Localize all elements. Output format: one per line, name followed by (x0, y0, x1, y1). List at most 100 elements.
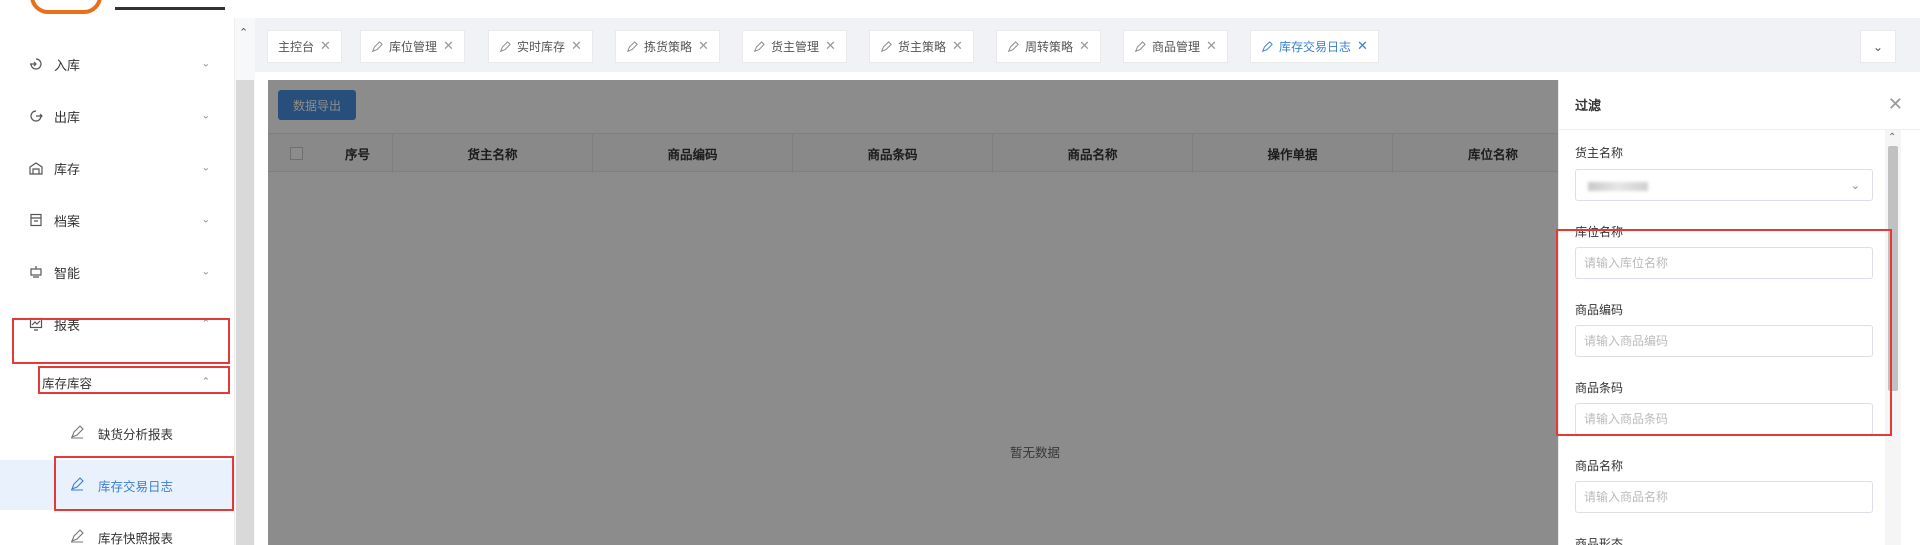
sidebar-item-label: 智能 (54, 266, 81, 282)
inbound-icon (28, 56, 44, 72)
sidebar-item-reports[interactable]: 报表 ⌃ (0, 298, 234, 350)
sidebar: 入库 ⌄ 出库 ⌄ 库存 ⌄ 档案 ⌄ 智能 ⌄ 报表 ⌃ 库存库容 ⌃ 缺货分… (0, 18, 235, 545)
scrollbar[interactable] (236, 80, 254, 545)
logo (30, 0, 102, 14)
edit-icon (371, 40, 383, 53)
barcode-input[interactable] (1575, 403, 1873, 435)
tab-label: 主控台 (278, 40, 315, 54)
tab-label: 库位管理 (389, 40, 438, 54)
sidebar-leaf-label: 缺货分析报表 (98, 426, 174, 442)
tab-label: 库存交易日志 (1279, 40, 1352, 54)
robot-icon (28, 264, 44, 280)
tab-product-management[interactable]: 商品管理 ✕ (1123, 30, 1228, 63)
owner-select[interactable]: ⌄ (1575, 169, 1873, 201)
edit-icon (753, 40, 765, 53)
top-header (0, 0, 1920, 18)
sidebar-item-label: 入库 (54, 58, 81, 74)
submenu-label: 库存库容 (42, 375, 93, 391)
submenu-inventory-capacity[interactable]: 库存库容 ⌃ (0, 358, 234, 406)
collapse-icon[interactable]: ⌃ (239, 26, 248, 39)
sidebar-item-outbound[interactable]: 出库 ⌄ (0, 90, 234, 142)
chevron-up-icon: ⌃ (201, 318, 210, 330)
close-icon[interactable]: ✕ (443, 39, 454, 54)
edit-icon (1007, 40, 1019, 53)
location-input[interactable] (1575, 247, 1873, 279)
drawer-title: 过滤 (1575, 99, 1602, 114)
logo-text (115, 0, 225, 10)
edit-icon (1261, 40, 1273, 53)
owner-label: 货主名称 (1575, 146, 1624, 160)
edit-icon (499, 40, 511, 53)
barcode-label: 商品条码 (1575, 381, 1624, 395)
tab-picking-strategy[interactable]: 拣货策略 ✕ (615, 30, 720, 63)
sidebar-item-label: 库存 (54, 162, 81, 178)
tab-transaction-log[interactable]: 库存交易日志 ✕ (1250, 30, 1379, 63)
sidebar-item-inbound[interactable]: 入库 ⌄ (0, 38, 234, 90)
chevron-down-icon: ⌄ (201, 162, 210, 174)
edit-icon (70, 477, 86, 493)
scroll-thumb[interactable] (1888, 146, 1898, 391)
sidebar-leaf-shortage-report[interactable]: 缺货分析报表 (0, 408, 234, 458)
close-icon[interactable]: ✕ (825, 39, 836, 54)
edit-icon (1134, 40, 1146, 53)
chevron-up-icon: ⌃ (201, 376, 210, 388)
product-code-input[interactable] (1575, 325, 1873, 357)
scroll-up-icon[interactable]: ⌃ (1888, 132, 1896, 143)
drawer-header: 过滤 ✕ (1559, 80, 1920, 130)
sidebar-leaf-label: 库存交易日志 (98, 478, 174, 494)
tab-label: 拣货策略 (644, 40, 693, 54)
redacted-value (1588, 182, 1648, 191)
chart-icon (28, 316, 44, 332)
chevron-down-icon: ⌄ (201, 58, 210, 70)
tab-owner-management[interactable]: 货主管理 ✕ (742, 30, 847, 63)
close-icon[interactable]: ✕ (571, 39, 582, 54)
tab-label: 商品管理 (1152, 40, 1201, 54)
sidebar-item-label: 报表 (54, 318, 81, 334)
sidebar-leaf-snapshot-report[interactable]: 库存快照报表 (0, 512, 234, 545)
location-label: 库位名称 (1575, 225, 1624, 239)
close-icon[interactable]: ✕ (1079, 39, 1090, 54)
close-icon[interactable]: ✕ (1206, 39, 1217, 54)
chevron-down-icon: ⌄ (1850, 179, 1860, 192)
close-icon[interactable]: ✕ (320, 39, 331, 54)
close-icon[interactable]: ✕ (1888, 94, 1903, 115)
product-name-input[interactable] (1575, 481, 1873, 513)
sidebar-leaf-transaction-log[interactable]: 库存交易日志 (0, 460, 234, 510)
tab-label: 周转策略 (1025, 40, 1074, 54)
chevron-down-icon: ⌄ (201, 266, 210, 278)
tab-label: 货主管理 (771, 40, 820, 54)
close-icon[interactable]: ✕ (698, 39, 709, 54)
product-form-label: 商品形态 (1575, 537, 1624, 545)
close-icon[interactable]: ✕ (952, 39, 963, 54)
tab-realtime-inventory[interactable]: 实时库存 ✕ (488, 30, 593, 63)
tabs-bar: 主控台 ✕ 库位管理 ✕ 实时库存 ✕ 拣货策略 ✕ 货主管理 ✕ 货主策略 ✕ 周转策略 ✕… (260, 27, 1920, 67)
chevron-down-icon: ⌄ (201, 110, 210, 122)
sidebar-item-archive[interactable]: 档案 ⌄ (0, 194, 234, 246)
chevron-down-icon: ⌄ (201, 214, 210, 226)
tab-dashboard[interactable]: 主控台 ✕ (267, 30, 342, 63)
tab-label: 实时库存 (517, 40, 566, 54)
product-name-label: 商品名称 (1575, 459, 1624, 473)
warehouse-icon (28, 160, 44, 176)
sidebar-item-label: 出库 (54, 110, 81, 126)
edit-icon (880, 40, 892, 53)
tab-label: 货主策略 (898, 40, 947, 54)
tab-owner-strategy[interactable]: 货主策略 ✕ (869, 30, 974, 63)
sidebar-item-smart[interactable]: 智能 ⌄ (0, 246, 234, 298)
sidebar-item-inventory[interactable]: 库存 ⌄ (0, 142, 234, 194)
close-icon[interactable]: ✕ (1357, 39, 1368, 54)
product-code-label: 商品编码 (1575, 303, 1624, 317)
archive-icon (28, 212, 44, 228)
edit-icon (70, 529, 86, 545)
outbound-icon (28, 108, 44, 124)
tabs-more-button[interactable]: ⌄ (1860, 30, 1896, 63)
drawer-scrollbar[interactable]: ⌃ (1885, 130, 1901, 545)
tab-turnover-strategy[interactable]: 周转策略 ✕ (996, 30, 1101, 63)
tab-location-management[interactable]: 库位管理 ✕ (360, 30, 465, 63)
edit-icon (70, 425, 86, 441)
edit-icon (626, 40, 638, 53)
chevron-down-icon: ⌄ (1872, 39, 1884, 54)
filter-drawer: 过滤 ✕ 货主名称 ⌄ 库位名称 商品编码 商品条码 商品名称 商品形态 ⌃ (1558, 80, 1920, 545)
sidebar-item-label: 档案 (54, 214, 81, 230)
modal-overlay[interactable] (268, 80, 1558, 545)
